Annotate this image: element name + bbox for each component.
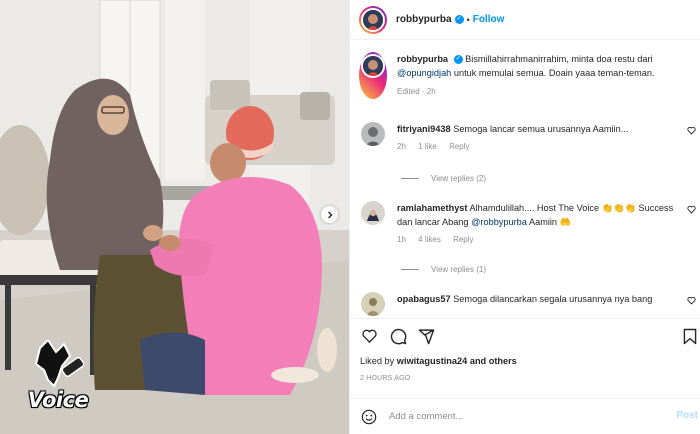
avatar-image — [363, 56, 383, 76]
heart-icon[interactable] — [361, 328, 378, 344]
caption-text-end: untuk memulai semua. Doain yaaa teman-te… — [453, 68, 655, 78]
caption-text: Bismillahirrahmanirrahim, minta doa rest… — [465, 54, 653, 64]
post-side-panel: robbypurba ✓ • Follow robbypurba ✓ Bismi… — [349, 0, 700, 434]
emoji-icon[interactable] — [361, 409, 377, 425]
verified-icon: ✓ — [453, 55, 463, 65]
view-replies-button[interactable]: View replies (2) — [401, 174, 486, 183]
heart-icon[interactable] — [687, 205, 696, 214]
verified-icon: ✓ — [454, 15, 464, 24]
comment-actions: 2h 1 like Reply — [397, 140, 687, 154]
comment-actions: 1h 4 likes Reply — [397, 233, 687, 247]
avatar-image — [363, 9, 383, 30]
share-icon[interactable] — [418, 328, 435, 345]
comment-likes[interactable]: 4 likes — [418, 235, 441, 244]
comment-reply-button[interactable]: Reply — [449, 142, 469, 151]
post-action-bar — [350, 318, 700, 352]
liked-by-user[interactable]: wiwitagustina24 — [397, 356, 467, 366]
comment-username[interactable]: opabagus57 — [397, 294, 451, 304]
caption-mention[interactable]: @opungidjah — [397, 68, 451, 78]
view-replies-button[interactable]: View replies (1) — [401, 265, 486, 274]
likes-summary: Liked by wiwitagustina24 and others — [360, 356, 517, 366]
post-photo[interactable]: Voice — [0, 0, 349, 434]
post-modal: Voice robbypurba ✓ • Follow robbypurba ✓… — [0, 0, 700, 434]
comment-body: opabagus57 Semoga dilancarkan segala uru… — [397, 292, 687, 316]
post-comment-button[interactable]: Post — [676, 410, 698, 421]
comment-icon[interactable] — [390, 328, 407, 345]
comment-reply-button[interactable]: Reply — [453, 235, 473, 244]
liked-by-prefix: Liked by — [360, 356, 395, 366]
view-replies-label[interactable]: View replies (1) — [431, 265, 486, 274]
the-voice-logo: Voice — [18, 338, 98, 418]
add-comment-bar: Add a comment... Post — [350, 398, 700, 434]
next-arrow-icon — [327, 211, 332, 218]
avatar-image — [361, 201, 385, 225]
comment-item: ramlahamethyst Alhamdulillah.... Host Th… — [361, 201, 696, 247]
add-comment-input[interactable]: Add a comment... — [389, 411, 463, 422]
voice-logo-text: Voice — [27, 388, 89, 412]
comment-likes[interactable]: 1 like — [418, 142, 437, 151]
follow-button[interactable]: Follow — [473, 14, 505, 25]
header-username[interactable]: robbypurba — [396, 14, 452, 25]
comment-time: 2h — [397, 142, 406, 151]
comment-text: Semoga lancar semua urusannya Aamiin... — [453, 124, 629, 134]
replies-line — [401, 269, 419, 270]
comment-text-end: Aamiin 🤲 — [528, 217, 572, 227]
view-replies-label[interactable]: View replies (2) — [431, 174, 486, 183]
avatar-image — [361, 122, 385, 146]
comment-text: Semoga dilancarkan segala urusannya nya … — [453, 294, 653, 304]
liked-by-others[interactable]: and others — [470, 356, 517, 366]
comment-username[interactable]: fitriyani9438 — [397, 124, 451, 134]
comment-time: 1h — [397, 235, 406, 244]
caption-avatar[interactable] — [359, 52, 387, 99]
post-timestamp[interactable]: 2 HOURS AGO — [360, 375, 410, 382]
comment-username[interactable]: ramlahamethyst — [397, 203, 467, 213]
replies-line — [401, 178, 419, 179]
heart-icon[interactable] — [687, 126, 696, 135]
comment-avatar[interactable] — [361, 292, 385, 316]
comment-body: ramlahamethyst Alhamdulillah.... Host Th… — [397, 201, 687, 247]
heart-icon[interactable] — [687, 296, 696, 305]
comment-avatar[interactable] — [361, 201, 385, 225]
caption-username[interactable]: robbypurba — [397, 54, 448, 64]
post-caption: robbypurba ✓ Bismillahirrahmanirrahim, m… — [359, 52, 694, 99]
comment-mention[interactable]: @robbypurba — [471, 217, 527, 227]
caption-meta: Edited · 2h — [397, 87, 436, 96]
comment-body: fitriyani9438 Semoga lancar semua urusan… — [397, 122, 687, 154]
post-header: robbypurba ✓ • Follow — [350, 0, 700, 40]
separator-dot: • — [466, 14, 470, 25]
avatar-image — [361, 292, 385, 316]
bookmark-icon[interactable] — [683, 328, 697, 345]
comment-avatar[interactable] — [361, 122, 385, 146]
caption-body: robbypurba ✓ Bismillahirrahmanirrahim, m… — [397, 52, 694, 99]
comment-item: opabagus57 Semoga dilancarkan segala uru… — [361, 292, 696, 316]
next-photo-button[interactable] — [321, 206, 338, 223]
comment-item: fitriyani9438 Semoga lancar semua urusan… — [361, 122, 696, 154]
header-avatar[interactable] — [359, 5, 387, 34]
